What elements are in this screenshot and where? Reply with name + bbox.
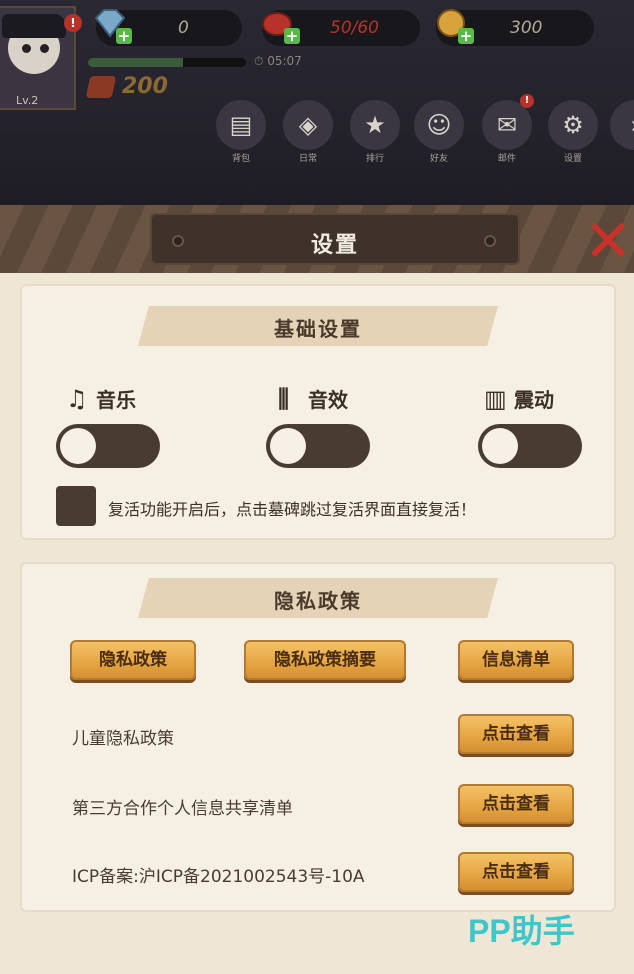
toggle-knob: [482, 428, 518, 464]
title-plate: 设置: [150, 213, 520, 265]
avatar-notification-badge: !: [64, 14, 82, 32]
sound-label: 音效: [308, 388, 348, 412]
friends-button[interactable]: ☺ 好友: [414, 100, 464, 164]
vibration-toggle[interactable]: [478, 424, 582, 468]
add-stamina-button[interactable]: +: [284, 28, 300, 44]
panel-title: 设置: [310, 233, 359, 258]
basic-settings-ribbon: 基础设置: [138, 306, 498, 346]
close-button[interactable]: ✕: [582, 212, 634, 270]
avatar-eye: [22, 44, 31, 53]
avatar-eye: [40, 44, 49, 53]
basic-settings-heading: 基础设置: [274, 317, 362, 341]
sound-setting-label: ⫼ 音效: [278, 384, 348, 413]
coin-value: 300: [510, 18, 543, 38]
music-label: 音乐: [96, 388, 136, 412]
privacy-summary-button[interactable]: 隐私政策摘要: [244, 640, 406, 680]
view-icp-button[interactable]: 点击查看: [458, 852, 574, 892]
watermark: PP助手: [468, 913, 575, 949]
mail-button[interactable]: ✉ 邮件: [482, 100, 532, 164]
experience-fill: [88, 58, 183, 67]
stamina-value: 50/60: [330, 18, 379, 38]
vibration-icon: ▥: [484, 385, 507, 413]
add-coin-button[interactable]: +: [458, 28, 474, 44]
vibration-setting-label: ▥ 震动: [484, 384, 554, 413]
revive-checkbox[interactable]: [56, 486, 96, 526]
avatar-hat: [2, 14, 66, 38]
settings-button[interactable]: ⚙ 设置: [548, 100, 598, 164]
more-icon: ›: [610, 100, 634, 150]
add-gem-button[interactable]: +: [116, 28, 132, 44]
power-value: 200: [122, 74, 168, 99]
ranking-icon: ★: [350, 100, 400, 150]
menu-label: 日常: [298, 154, 317, 164]
privacy-heading: 隐私政策: [274, 589, 362, 613]
toggle-knob: [270, 428, 306, 464]
backpack-button[interactable]: ▤ 背包: [216, 100, 266, 164]
experience-bar: [88, 58, 246, 67]
power-icon: [85, 76, 117, 98]
sound-effects-toggle[interactable]: [266, 424, 370, 468]
daily-icon: ◈: [283, 100, 333, 150]
toggle-knob: [60, 428, 96, 464]
stamina-timer: ⏱ 05:07: [254, 54, 302, 68]
gear-icon: ⚙: [548, 100, 598, 150]
stamina-counter: + 50/60: [262, 10, 420, 46]
timer-value: 05:07: [267, 54, 302, 68]
revive-note: 复活功能开启后，点击墓碑跳过复活界面直接复活！: [108, 500, 477, 519]
ranking-button[interactable]: ★ 排行: [350, 100, 400, 164]
vibration-label: 震动: [514, 388, 554, 412]
menu-label: 好友: [429, 154, 448, 164]
menu-label: 背包: [231, 154, 250, 164]
icp-label: ICP备案:沪ICP备2021002543号-10A: [72, 867, 365, 887]
sound-effects-icon: ⫼: [278, 385, 290, 413]
friends-icon: ☺: [414, 100, 464, 150]
gem-counter: + 0: [94, 9, 242, 46]
menu-label: 设置: [563, 154, 582, 164]
info-list-button[interactable]: 信息清单: [458, 640, 574, 680]
privacy-policy-button[interactable]: 隐私政策: [70, 640, 196, 680]
menu-label: 邮件: [497, 154, 516, 164]
more-menu-button[interactable]: ›: [610, 100, 634, 162]
third-party-sharing-label: 第三方合作个人信息共享清单: [72, 799, 293, 819]
child-privacy-label: 儿童隐私政策: [72, 729, 174, 749]
music-icon: ♫: [66, 385, 88, 413]
view-child-privacy-button[interactable]: 点击查看: [458, 714, 574, 754]
privacy-ribbon: 隐私政策: [138, 578, 498, 618]
menu-label: 排行: [365, 154, 384, 164]
music-setting-label: ♫ 音乐: [66, 384, 136, 413]
daily-button[interactable]: ◈ 日常: [283, 100, 333, 164]
top-hud: Lv.2 ! + 0 + 50/60 + 300 ⏱ 05:07 200 ▤ 背…: [0, 0, 634, 205]
backpack-icon: ▤: [216, 100, 266, 150]
player-level: Lv.2: [16, 94, 39, 107]
music-toggle[interactable]: [56, 424, 160, 468]
gem-value: 0: [178, 18, 189, 38]
view-third-party-button[interactable]: 点击查看: [458, 784, 574, 824]
coin-counter: + 300: [436, 9, 594, 46]
mail-notification-badge: !: [520, 94, 534, 108]
